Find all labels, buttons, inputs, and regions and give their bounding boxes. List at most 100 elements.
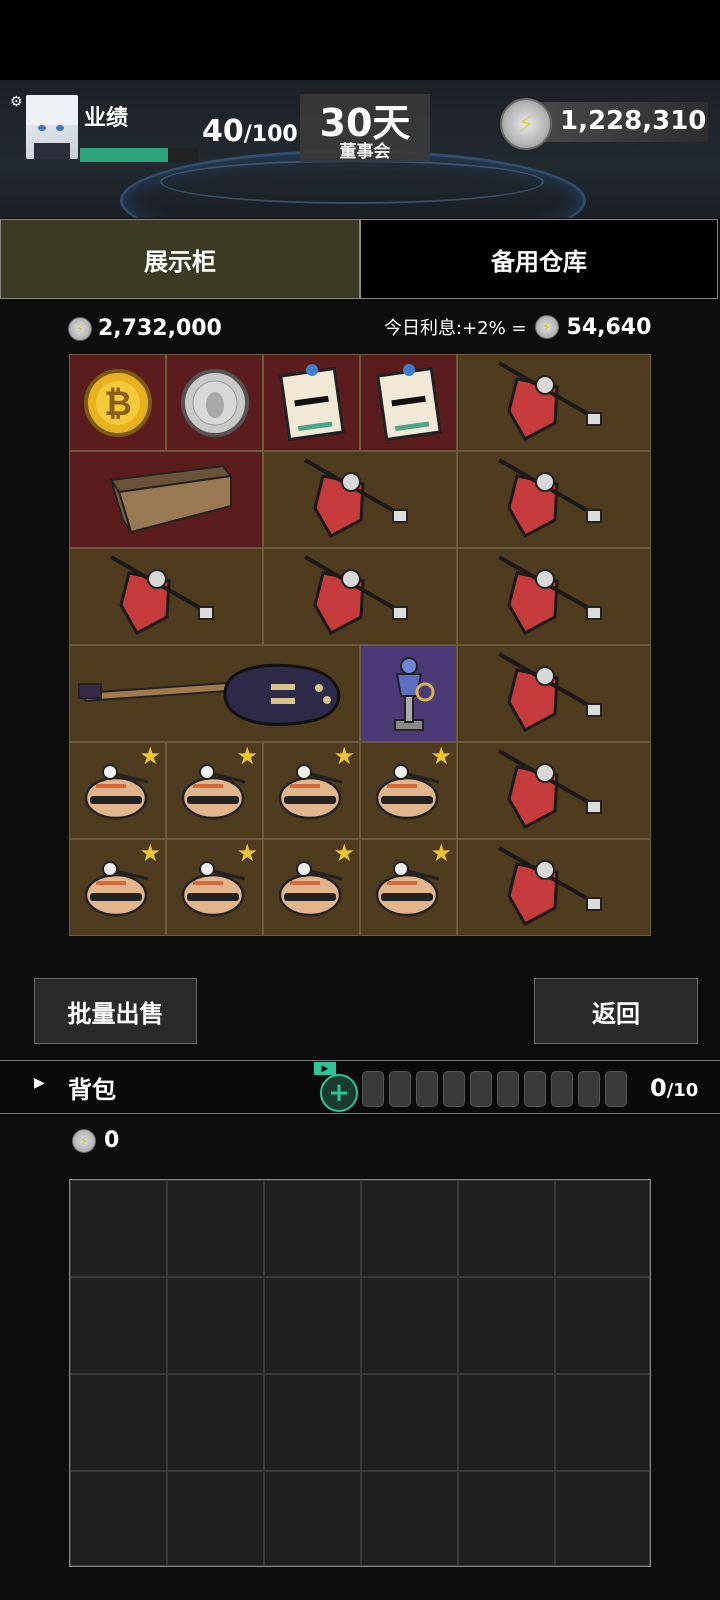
item-bread-figure[interactable]: ★ (360, 742, 457, 839)
svg-text:₿: ₿ (104, 384, 132, 424)
star-icon: ★ (430, 742, 452, 770)
red-gem-icon (498, 554, 602, 635)
star-icon: ★ (333, 742, 355, 770)
backpack-value: ⚡ 0 (72, 1128, 119, 1153)
item-bread-figure[interactable]: ★ (263, 742, 360, 839)
backpack-slot[interactable] (264, 1471, 361, 1566)
backpack-slot[interactable] (70, 1277, 167, 1374)
item-wooden-box[interactable] (69, 451, 263, 548)
star-icon: ★ (236, 839, 258, 867)
red-gem-icon (498, 457, 602, 538)
tab-storage[interactable]: 备用仓库 (360, 219, 718, 299)
backpack-slot[interactable] (361, 1471, 458, 1566)
red-gem-icon (304, 457, 408, 538)
backpack-slot[interactable] (167, 1471, 264, 1566)
item-red-gem-pin[interactable] (457, 839, 651, 936)
capacity-slot (551, 1071, 573, 1107)
item-red-gem-pin[interactable] (69, 548, 263, 645)
backpack-slot[interactable] (264, 1277, 361, 1374)
item-red-gem-pin[interactable] (457, 548, 651, 645)
backpack-count: 0/10 (650, 1074, 699, 1102)
item-red-gem-pin[interactable] (457, 451, 651, 548)
item-bread-figure[interactable]: ★ (263, 839, 360, 936)
red-gem-icon (498, 748, 602, 829)
backpack-title: 背包 (68, 1076, 116, 1104)
silver-coin-icon (180, 368, 249, 437)
item-figurine-statue[interactable] (360, 645, 457, 742)
red-gem-icon (304, 554, 408, 635)
item-red-gem-pin[interactable] (457, 354, 651, 451)
settings-icon[interactable]: ⚙ (10, 94, 23, 110)
video-ad-icon: ▶ (314, 1062, 336, 1075)
item-bread-figure[interactable]: ★ (166, 839, 263, 936)
backpack-slot[interactable] (555, 1180, 650, 1277)
backpack-slot[interactable] (70, 1471, 167, 1566)
item-silver-coin[interactable] (166, 354, 263, 451)
bitcoin-coin-icon: ₿ (83, 368, 152, 437)
interest-label: 今日利息:+2% = (384, 318, 527, 339)
backpack-slot[interactable] (167, 1374, 264, 1471)
wooden-box-icon (109, 464, 233, 533)
backpack-slot[interactable] (555, 1277, 650, 1374)
add-slot-button[interactable]: + (320, 1074, 358, 1112)
red-gem-icon (498, 360, 602, 441)
guitar-icon (77, 663, 340, 726)
performance-label: 业绩 (84, 106, 129, 131)
backpack-slot[interactable] (555, 1471, 650, 1566)
item-bread-figure[interactable]: ★ (69, 839, 166, 936)
backpack-slot[interactable] (361, 1180, 458, 1277)
backpack-slot[interactable] (167, 1277, 264, 1374)
star-icon: ★ (139, 742, 161, 770)
bulk-sell-button[interactable]: 批量出售 (34, 978, 197, 1044)
backpack-slot[interactable] (70, 1180, 167, 1277)
status-bar (0, 0, 720, 80)
star-icon: ★ (430, 839, 452, 867)
capacity-slot (416, 1071, 438, 1107)
red-gem-icon (498, 651, 602, 732)
capacity-slot (605, 1071, 627, 1107)
item-bread-figure[interactable]: ★ (360, 839, 457, 936)
item-congratulation-card[interactable] (263, 354, 360, 451)
card-icon (278, 363, 345, 441)
back-button[interactable]: 返回 (534, 978, 698, 1044)
backpack-slot[interactable] (458, 1277, 555, 1374)
item-congratulation-card[interactable] (360, 354, 457, 451)
coin-icon: ⚡ (72, 1128, 96, 1153)
capacity-slot (497, 1071, 519, 1107)
backpack-grid (69, 1179, 651, 1567)
red-gem-icon (110, 554, 214, 635)
backpack-slot[interactable] (458, 1180, 555, 1277)
tab-showcase[interactable]: 展示柜 (0, 219, 360, 299)
item-bread-figure[interactable]: ★ (166, 742, 263, 839)
backpack-slot[interactable] (361, 1277, 458, 1374)
item-red-gem-pin[interactable] (263, 451, 457, 548)
card-icon (375, 363, 442, 441)
avatar[interactable] (26, 95, 78, 159)
item-bitcoin-coin[interactable]: ₿ (69, 354, 166, 451)
item-red-gem-pin[interactable] (457, 742, 651, 839)
expand-arrow-icon[interactable]: ▶ (34, 1075, 45, 1091)
star-icon: ★ (139, 839, 161, 867)
backpack-slot[interactable] (458, 1374, 555, 1471)
backpack-slot[interactable] (70, 1374, 167, 1471)
backpack-slot[interactable] (458, 1471, 555, 1566)
capacity-slot (389, 1071, 411, 1107)
red-gem-icon (498, 845, 602, 926)
item-electric-guitar[interactable] (69, 645, 360, 742)
showcase-grid: ₿ ★ ★ ★ ★ ★ ★ ★ ★ (69, 354, 651, 936)
item-red-gem-pin[interactable] (263, 548, 457, 645)
backpack-slot[interactable] (361, 1374, 458, 1471)
capacity-slot (578, 1071, 600, 1107)
capacity-slot (362, 1071, 384, 1107)
item-red-gem-pin[interactable] (457, 645, 651, 742)
board-meeting-label: 董事会 (339, 142, 391, 162)
capacity-slot (524, 1071, 546, 1107)
backpack-slot[interactable] (167, 1180, 264, 1277)
capacity-slot (470, 1071, 492, 1107)
backpack-slot[interactable] (264, 1180, 361, 1277)
coin-icon: ⚡ (534, 315, 559, 339)
backpack-slot[interactable] (264, 1374, 361, 1471)
backpack-slot[interactable] (555, 1374, 650, 1471)
coin-balance: 1,228,310 (560, 106, 707, 136)
item-bread-figure[interactable]: ★ (69, 742, 166, 839)
